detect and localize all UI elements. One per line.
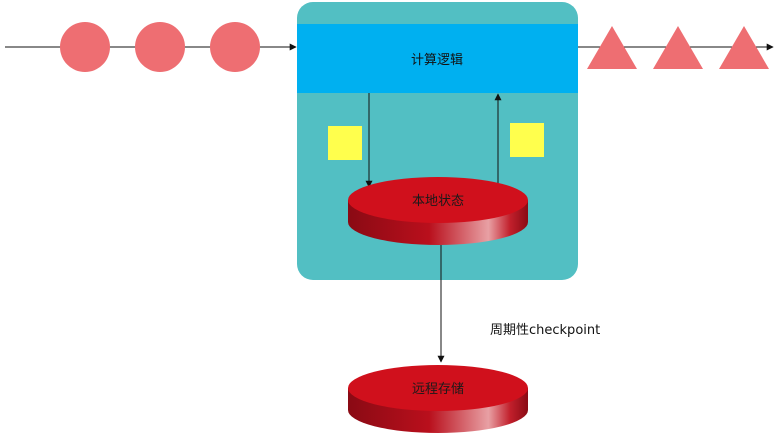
compute-logic-label: 计算逻辑: [411, 53, 463, 68]
state-marker-square: [328, 126, 362, 160]
state-marker-square: [510, 123, 544, 157]
local-state-cylinder: [348, 177, 528, 245]
stream-processing-diagram: 计算逻辑 本地状态 周期性checkpoint 远程存储: [5, 2, 774, 433]
input-event-circle: [210, 22, 260, 72]
checkpoint-label: 周期性checkpoint: [490, 323, 600, 338]
input-event-circle: [135, 22, 185, 72]
remote-storage-label: 远程存储: [412, 382, 464, 397]
output-events: [587, 26, 769, 69]
input-events: [60, 22, 260, 72]
local-state-label: 本地状态: [412, 194, 464, 209]
remote-storage-cylinder: [348, 365, 528, 433]
input-event-circle: [60, 22, 110, 72]
